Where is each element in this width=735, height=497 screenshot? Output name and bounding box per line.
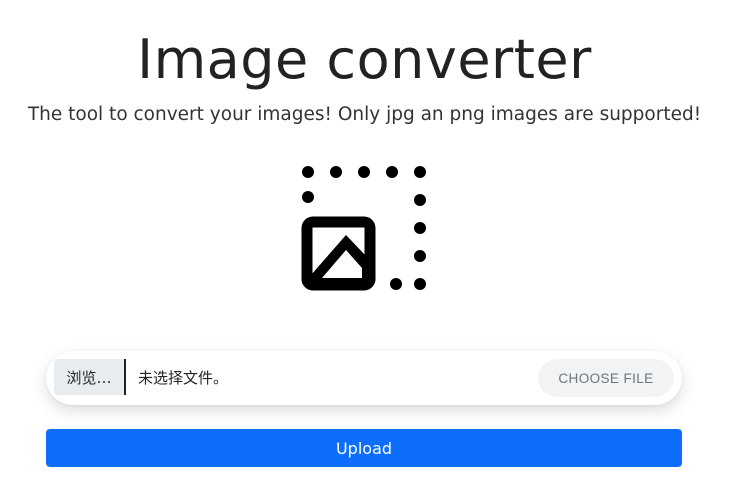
- file-input-wrapper[interactable]: 浏览… 未选择文件。 CHOOSE FILE: [46, 351, 682, 405]
- choose-file-button[interactable]: CHOOSE FILE: [538, 359, 674, 397]
- page: Image converter The tool to convert your…: [0, 0, 735, 497]
- page-subtitle: The tool to convert your images! Only jp…: [27, 104, 702, 125]
- dot-icon: [302, 166, 314, 178]
- upload-button[interactable]: Upload: [46, 429, 682, 467]
- browse-button[interactable]: 浏览…: [54, 359, 126, 395]
- page-title: Image converter: [137, 28, 592, 91]
- file-status-text: 未选择文件。: [138, 368, 229, 387]
- image-upload-icon[interactable]: [296, 160, 432, 296]
